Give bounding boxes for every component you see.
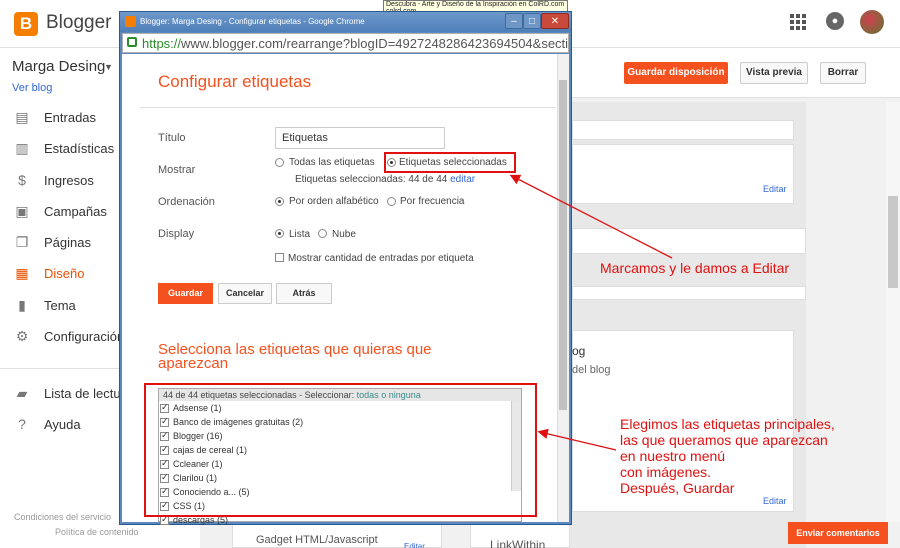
annotation-note-line: Elegimos las etiquetas principales,	[620, 416, 835, 432]
display-cloud-label[interactable]: Nube	[332, 229, 356, 240]
campaigns-icon: ▣	[15, 203, 29, 219]
minimize-button[interactable]: –	[505, 13, 523, 29]
popup-scrollbar-thumb[interactable]	[559, 80, 567, 410]
gadget-blog-title: og	[572, 344, 586, 358]
apps-grid-icon[interactable]	[790, 14, 806, 30]
tooltip-line: Descubra - Arte y Diseño de la Inspiraci…	[386, 1, 565, 8]
annotation-note-line: en nuestro menú	[620, 448, 726, 464]
delete-button[interactable]: Borrar	[820, 62, 866, 84]
annotation-highlight-box	[144, 383, 537, 517]
blogger-logo-icon[interactable]: B	[14, 12, 38, 36]
annotation-note-line: Después, Guardar	[620, 480, 735, 496]
close-window-button[interactable]: ✕	[541, 13, 569, 29]
title-input[interactable]: Etiquetas	[275, 127, 445, 149]
gadget-edit-link[interactable]: Editar	[763, 496, 787, 506]
order-label: Ordenación	[158, 196, 215, 208]
posts-icon: ▤	[15, 109, 29, 125]
lock-icon	[127, 37, 137, 47]
select-labels-heading: Selecciona las etiquetas que quieras que…	[158, 341, 432, 372]
display-cloud-radio[interactable]	[318, 229, 327, 238]
layout-section	[572, 120, 794, 140]
notifications-icon[interactable]: ●	[826, 12, 844, 30]
gear-icon: ⚙	[15, 328, 29, 344]
display-label: Display	[158, 228, 195, 240]
show-label: Mostrar	[158, 164, 196, 176]
preview-button[interactable]: Vista previa	[740, 62, 808, 84]
pages-icon: ❐	[15, 234, 29, 250]
gadget-edit-link[interactable]: Editar	[763, 184, 787, 194]
blog-name-selector[interactable]: Marga Desing	[12, 58, 105, 75]
annotation-note: Elegimos las etiquetas principales, las q…	[620, 416, 880, 496]
sidebar-item-label: Tema	[44, 298, 76, 313]
sidebar-item-label: Ayuda	[44, 417, 81, 432]
blogger-logo-text[interactable]: Blogger	[46, 12, 112, 34]
sidebar-item-label: Páginas	[44, 235, 91, 250]
layout-icon: ▦	[15, 265, 29, 281]
tag-checkbox[interactable]	[160, 514, 169, 525]
selected-count-text: Etiquetas seleccionadas: 44 de 44 editar	[295, 174, 475, 185]
sidebar-item-label: Ingresos	[44, 173, 94, 188]
layout-section	[572, 228, 806, 254]
sidebar-item-label: Campañas	[44, 204, 107, 219]
stats-icon: ▥	[15, 140, 29, 156]
order-alpha-label[interactable]: Por orden alfabético	[289, 196, 379, 207]
order-frequency-radio[interactable]	[387, 197, 396, 206]
edit-selection-link[interactable]: editar	[450, 174, 475, 185]
gadget-edit-link[interactable]: Editar	[404, 542, 425, 548]
page-scrollbar-thumb[interactable]	[888, 196, 898, 288]
avatar[interactable]	[860, 10, 884, 34]
annotation-note-line: con imágenes.	[620, 464, 712, 480]
gadget-card	[572, 144, 794, 204]
url-scheme: https://	[142, 36, 182, 51]
page-scrollbar[interactable]	[886, 102, 900, 522]
order-alpha-radio[interactable]	[275, 197, 284, 206]
selected-count-value: Etiquetas seleccionadas: 44 de 44	[295, 174, 448, 185]
content-policy-link[interactable]: Política de contenido	[55, 527, 139, 537]
save-layout-button[interactable]: Guardar disposición	[624, 62, 728, 84]
heading-divider	[140, 107, 556, 108]
sidebar-item-label: Configuración	[44, 329, 125, 344]
gadget-html-title: Gadget HTML/Javascript	[256, 534, 378, 546]
annotation-note-line: las que queramos que aparezcan	[620, 432, 828, 448]
send-feedback-button[interactable]: Enviar comentarios	[788, 522, 888, 544]
show-count-label[interactable]: Mostrar cantidad de entradas por etiquet…	[288, 253, 474, 264]
cancel-button[interactable]: Cancelar	[218, 283, 272, 304]
layout-section	[572, 286, 806, 300]
sidebar-item-label: Diseño	[44, 266, 85, 281]
show-all-label[interactable]: Todas las etiquetas	[289, 157, 375, 168]
save-button[interactable]: Guardar	[158, 283, 213, 304]
configure-labels-heading: Configurar etiquetas	[158, 72, 312, 91]
display-list-label[interactable]: Lista	[289, 229, 310, 240]
url-text[interactable]: https://www.blogger.com/rearrange?blogID…	[142, 36, 568, 51]
blogger-favicon-icon	[125, 16, 136, 27]
sidebar-item-label: Estadísticas	[44, 141, 115, 156]
title-label: Título	[158, 132, 186, 144]
gadget-blog-description: del blog	[572, 364, 611, 376]
terms-link[interactable]: Condiciones del servicio	[14, 512, 111, 522]
theme-icon: ▮	[18, 297, 26, 313]
help-icon: ?	[18, 416, 26, 432]
annotation-highlight-box	[384, 152, 516, 173]
show-count-checkbox[interactable]	[275, 253, 284, 262]
sidebar-item-label: Entradas	[44, 110, 97, 125]
linkwithin-title: LinkWithin	[490, 538, 546, 548]
order-frequency-label[interactable]: Por frecuencia	[400, 196, 464, 207]
url-path: www.blogger.com/rearrange?blogID=4927248…	[181, 36, 568, 51]
view-blog-link[interactable]: Ver blog	[12, 82, 52, 94]
display-list-radio[interactable]	[275, 229, 284, 238]
dollar-icon: $	[18, 172, 26, 188]
popup-window-title: Blogger: Marga Desing - Configurar etiqu…	[140, 17, 365, 26]
back-button[interactable]: Atrás	[276, 283, 332, 304]
show-all-radio[interactable]	[275, 158, 284, 167]
annotation-note: Marcamos y le damos a Editar	[600, 260, 790, 276]
bookmark-icon: ▰	[16, 385, 28, 401]
chevron-down-icon[interactable]: ▼	[104, 62, 113, 72]
maximize-button[interactable]: □	[523, 13, 541, 29]
